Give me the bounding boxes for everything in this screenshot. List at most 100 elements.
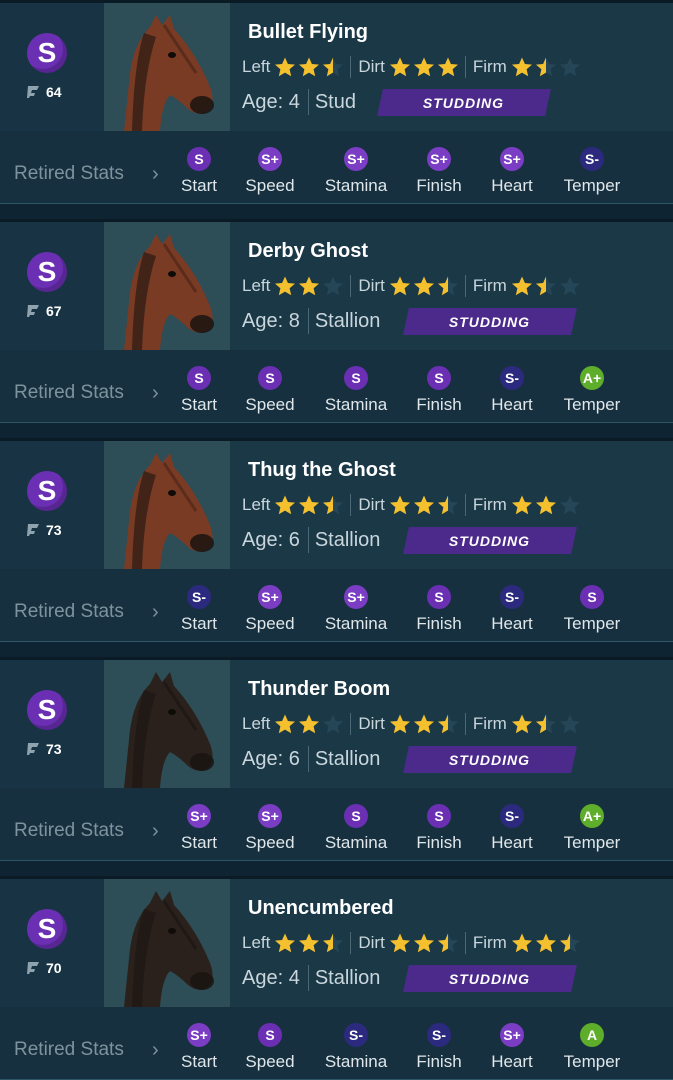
gender-label: Stallion [314,309,381,332]
horse-name[interactable]: Thunder Boom [248,678,390,701]
star-icon [323,714,344,734]
stat-temper: A Temper [547,1023,637,1072]
stat-label: Heart [491,1052,533,1071]
stat-label: Temper [563,614,621,633]
horse-card[interactable]: S 64 Bullet Flying Left Dirt Firm Age: 4 Stud… [0,0,673,204]
surface-label: Firm [472,933,507,952]
horse-card[interactable]: S 73 Thug the Ghost Left Dirt Firm Age: 6 Sta… [0,438,673,642]
grade-badge: S [27,690,67,730]
stat-grade-badge: S- [427,1023,451,1047]
horse-portrait[interactable] [104,3,230,131]
star-rating [389,494,459,516]
star-icon [389,714,410,734]
surface-firm: Firm [473,56,581,78]
studding-badge: STUDDING [377,89,551,116]
star-rating [511,494,581,516]
studding-label: STUDDING [449,313,531,330]
star-rating [389,56,459,78]
surface-ratings: Left Dirt Firm [242,493,581,517]
star-icon [413,495,434,515]
rating-value: 64 [46,84,62,100]
grade-badge: S [27,909,67,949]
star-icon [299,933,320,953]
stat-grade-badge: S+ [427,147,451,171]
star-icon [299,495,320,515]
retired-stats-label[interactable]: Retired Stats [14,1039,124,1061]
horse-name[interactable]: Bullet Flying [248,21,368,44]
stat-speed: S+ Speed [225,147,315,196]
retired-stats-label[interactable]: Retired Stats [14,163,124,185]
rating-value: 73 [46,741,62,757]
retired-stats-label[interactable]: Retired Stats [14,601,124,623]
divider [307,89,309,115]
studding-label: STUDDING [449,751,531,768]
surface-ratings: Left Dirt Firm [242,274,581,298]
surface-ratings: Left Dirt Firm [242,931,581,955]
divider [350,275,352,297]
grade-badge: S [27,471,67,511]
horse-name[interactable]: Unencumbered [248,897,394,920]
star-icon [323,57,344,77]
surface-firm: Firm [473,275,581,297]
grade-badge: S [27,252,67,292]
star-icon [559,276,580,296]
star-icon [535,714,556,734]
age-gender-row: Age: 4 Stud [242,87,356,117]
stat-grade-badge: S+ [344,585,368,609]
horse-portrait[interactable] [104,222,230,350]
surface-label: Firm [472,714,507,733]
horse-portrait[interactable] [104,660,230,788]
stat-stamina: S+ Stamina [311,585,401,634]
stat-label: Speed [245,614,295,633]
horse-card[interactable]: S 70 Unencumbered Left Dirt Firm Age: 4 Stall… [0,876,673,1080]
surface-left: Left [242,932,344,954]
stat-label: Stamina [324,395,388,414]
horse-name[interactable]: Derby Ghost [248,240,368,263]
star-rating [389,275,459,297]
stat-heart: S+ Heart [467,147,557,196]
horse-name[interactable]: Thug the Ghost [248,459,396,482]
star-icon [535,57,556,77]
horse-portrait[interactable] [104,879,230,1007]
stat-grade-badge: S [344,366,368,390]
horse-card[interactable]: S 73 Thunder Boom Left Dirt Firm Age: 6 Stall… [0,657,673,861]
stat-heart: S- Heart [467,804,557,853]
stat-label: Speed [245,833,295,852]
star-icon [299,57,320,77]
age-gender-row: Age: 6 Stallion [242,744,380,774]
star-rating [274,56,344,78]
surface-firm: Firm [473,713,581,735]
star-icon [511,933,532,953]
stat-temper: S Temper [547,585,637,634]
star-icon [413,933,434,953]
horse-card[interactable]: S 67 Derby Ghost Left Dirt Firm Age: 8 Stalli… [0,219,673,423]
stat-heart: S+ Heart [467,1023,557,1072]
stat-stamina: S- Stamina [311,1023,401,1072]
stat-stamina: S Stamina [311,366,401,415]
surface-firm: Firm [473,494,581,516]
grade-panel: S 70 [0,879,104,1007]
star-icon [511,714,532,734]
surface-dirt: Dirt [358,494,458,516]
stat-grade-badge: S [258,1023,282,1047]
star-rating [511,713,581,735]
studding-badge: STUDDING [403,965,577,992]
studding-label: STUDDING [423,94,505,111]
star-rating [389,713,459,735]
stat-speed: S+ Speed [225,804,315,853]
divider [307,527,309,553]
stat-speed: S Speed [225,366,315,415]
surface-dirt: Dirt [358,932,458,954]
rating-value: 73 [46,522,62,538]
stat-grade-badge: S- [500,366,524,390]
retired-stats-label[interactable]: Retired Stats [14,382,124,404]
star-icon [275,276,296,296]
divider [307,746,309,772]
surface-left: Left [242,713,344,735]
retired-stats-label[interactable]: Retired Stats [14,820,124,842]
stat-grade-badge: S- [580,147,604,171]
horse-portrait[interactable] [104,441,230,569]
stat-label: Temper [563,1052,621,1071]
surface-label: Dirt [358,495,385,514]
stat-grade-badge: S [427,366,451,390]
